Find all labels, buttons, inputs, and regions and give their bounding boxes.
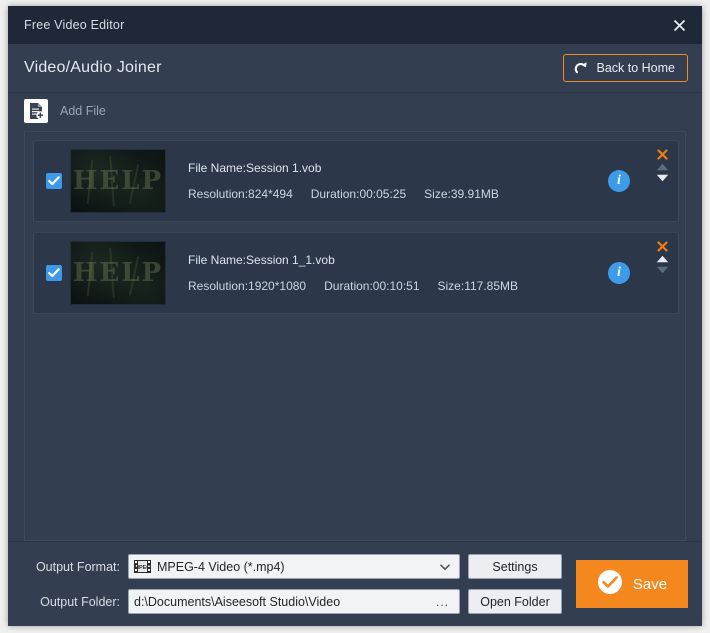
page-title: Video/Audio Joiner bbox=[24, 59, 162, 76]
row-checkbox[interactable] bbox=[46, 265, 62, 281]
output-bar: Output Format: MPEG MPEG-4 Video (*.mp4)… bbox=[8, 541, 702, 626]
check-circle-icon bbox=[597, 569, 623, 600]
back-to-home-button[interactable]: Back to Home bbox=[563, 54, 688, 82]
page-header: Video/Audio Joiner Back to Home bbox=[8, 44, 702, 93]
settings-label: Settings bbox=[492, 559, 538, 574]
output-format-select[interactable]: MPEG MPEG-4 Video (*.mp4) bbox=[128, 554, 460, 579]
file-name: File Name:Session 1_1.vob bbox=[188, 253, 335, 267]
file-meta: Resolution:1920*1080 Duration:00:10:51 S… bbox=[188, 279, 608, 293]
row-actions bbox=[654, 241, 670, 274]
file-duration: Duration:00:10:51 bbox=[324, 279, 420, 293]
add-file-icon[interactable] bbox=[24, 99, 48, 123]
svg-text:MPEG: MPEG bbox=[134, 565, 150, 571]
move-up-icon[interactable] bbox=[656, 163, 669, 171]
save-button[interactable]: Save bbox=[576, 560, 688, 608]
table-row[interactable]: HELP File Name:Session 1.vob Resolution:… bbox=[33, 140, 679, 222]
output-folder-label: Output Folder: bbox=[40, 594, 120, 609]
thumbnail-text: HELP bbox=[72, 166, 164, 196]
output-folder-value: d:\Documents\Aiseesoft Studio\Video bbox=[134, 594, 341, 609]
file-name: File Name:Session 1.vob bbox=[188, 161, 322, 175]
video-thumbnail: HELP bbox=[70, 241, 166, 305]
output-fields: Output Format: MPEG MPEG-4 Video (*.mp4)… bbox=[24, 554, 562, 614]
file-info: File Name:Session 1.vob Resolution:824*4… bbox=[188, 161, 608, 201]
browse-folder-button[interactable]: ... bbox=[430, 596, 455, 608]
move-down-icon[interactable] bbox=[656, 174, 669, 182]
file-size: Size:117.85MB bbox=[437, 279, 519, 293]
output-format-value: MPEG-4 Video (*.mp4) bbox=[157, 559, 285, 574]
redo-arrow-icon bbox=[574, 61, 589, 75]
chevron-down-icon bbox=[439, 558, 451, 576]
file-meta: Resolution:824*494 Duration:00:05:25 Siz… bbox=[188, 187, 608, 201]
file-list-panel: HELP File Name:Session 1.vob Resolution:… bbox=[24, 131, 686, 541]
open-folder-button[interactable]: Open Folder bbox=[468, 589, 562, 614]
window-title: Free Video Editor bbox=[24, 18, 125, 32]
back-to-home-label: Back to Home bbox=[596, 61, 675, 75]
film-strip-icon: MPEG bbox=[134, 560, 151, 573]
toolbar: Add File bbox=[8, 93, 702, 129]
add-file-label[interactable]: Add File bbox=[60, 104, 106, 118]
title-bar: Free Video Editor bbox=[8, 6, 702, 44]
table-row[interactable]: HELP File Name:Session 1_1.vob Resolutio… bbox=[33, 232, 679, 314]
settings-button[interactable]: Settings bbox=[468, 554, 562, 579]
close-x-icon[interactable] bbox=[656, 149, 668, 160]
open-folder-label: Open Folder bbox=[480, 594, 550, 609]
video-thumbnail: HELP bbox=[70, 149, 166, 213]
file-size: Size:39.91MB bbox=[424, 187, 499, 201]
row-checkbox[interactable] bbox=[46, 173, 62, 189]
file-resolution: Resolution:1920*1080 bbox=[188, 279, 307, 293]
app-window: Free Video Editor Video/Audio Joiner Bac… bbox=[8, 6, 702, 626]
close-x-icon[interactable] bbox=[656, 241, 668, 252]
output-folder-input[interactable]: d:\Documents\Aiseesoft Studio\Video ... bbox=[128, 589, 460, 614]
info-icon[interactable]: i bbox=[608, 170, 630, 192]
move-down-icon[interactable] bbox=[656, 266, 669, 274]
save-label: Save bbox=[632, 575, 668, 593]
output-folder-row: Output Folder: d:\Documents\Aiseesoft St… bbox=[24, 589, 562, 614]
output-format-label: Output Format: bbox=[35, 559, 120, 574]
close-icon[interactable] bbox=[666, 12, 692, 38]
output-format-row: Output Format: MPEG MPEG-4 Video (*.mp4)… bbox=[24, 554, 562, 579]
info-icon[interactable]: i bbox=[608, 262, 630, 284]
move-up-icon[interactable] bbox=[656, 255, 669, 263]
file-duration: Duration:00:05:25 bbox=[310, 187, 407, 201]
file-info: File Name:Session 1_1.vob Resolution:192… bbox=[188, 253, 608, 293]
file-resolution: Resolution:824*494 bbox=[188, 187, 293, 201]
row-actions bbox=[654, 149, 670, 182]
thumbnail-text: HELP bbox=[72, 258, 164, 288]
